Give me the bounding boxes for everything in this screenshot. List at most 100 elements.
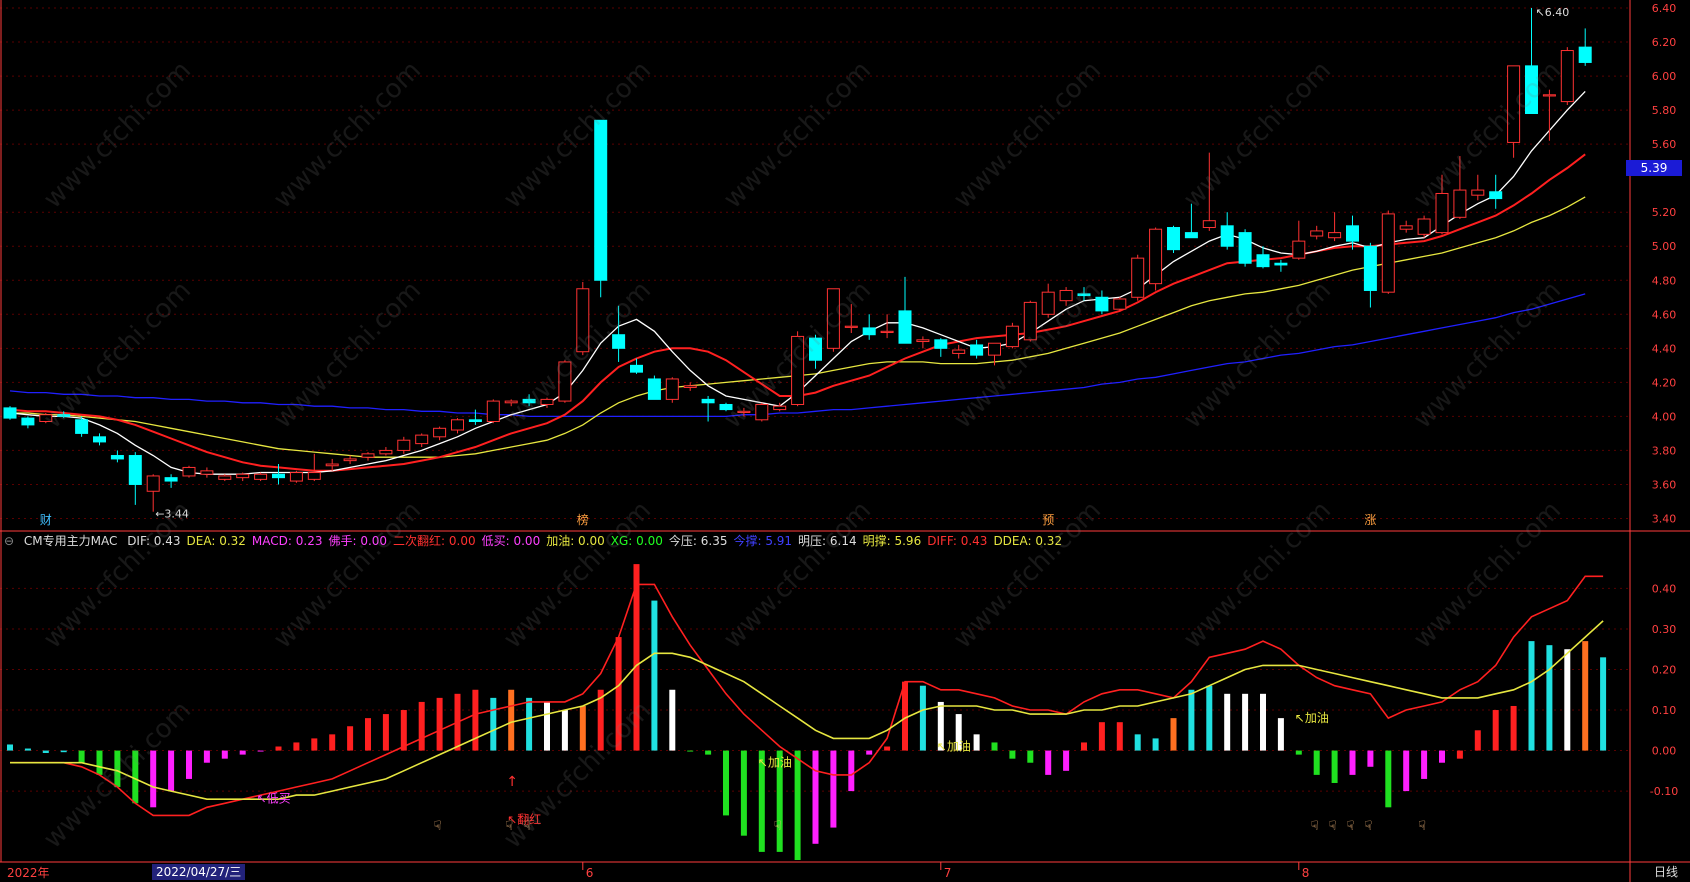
candle [1023, 300, 1037, 342]
macd-bar [1224, 693, 1231, 751]
macd-tick-label: 0.10 [1652, 704, 1677, 717]
candle [128, 452, 142, 505]
candle-body [773, 405, 787, 411]
macd-bar [1474, 730, 1481, 751]
candle-body [1489, 191, 1503, 200]
macd-bar [1367, 750, 1374, 767]
candle [397, 436, 411, 454]
stock-chart[interactable]: 6.40 6.20 6.00 5.80 5.60 5.20 5.00 4.80 4.60 4.40… [0, 0, 1690, 882]
candle [1363, 242, 1377, 308]
candle [486, 399, 500, 424]
candle-body [146, 475, 160, 492]
candle [146, 474, 160, 512]
candle [1167, 225, 1180, 254]
candle-body [397, 439, 411, 451]
candle [1005, 322, 1019, 349]
candle-body [1363, 245, 1377, 291]
indicator-value: 加油: 0.00 [546, 534, 605, 548]
candle-body [737, 410, 751, 413]
candle-body [75, 419, 89, 434]
candle-body [1578, 46, 1592, 63]
price-tick-label: 3.80 [1652, 444, 1677, 457]
candle-body [1453, 189, 1467, 218]
indicator-collapse-icon[interactable]: ⊖ [4, 534, 14, 548]
candle [1453, 156, 1467, 220]
candle [880, 314, 894, 339]
macd-bar [1242, 693, 1249, 751]
candle [1381, 210, 1395, 294]
macd-bar [96, 750, 103, 775]
macd-bar [991, 742, 998, 751]
candle-body [701, 398, 715, 404]
candle-body [1346, 225, 1359, 242]
candle [307, 453, 321, 482]
candle-body [665, 378, 679, 400]
low-price-label: ←3.44 [155, 508, 189, 521]
ma10-line [9, 153, 1586, 472]
candle [1560, 47, 1574, 105]
indicator-value: 明压: 6.14 [798, 534, 857, 548]
price-tick-label: 3.40 [1652, 512, 1677, 525]
macd-bar [329, 734, 336, 751]
price-tick-label: 6.00 [1652, 70, 1677, 83]
candle [504, 399, 518, 407]
macd-bar [561, 710, 568, 751]
macd-bar [1349, 750, 1356, 775]
candle [647, 375, 661, 400]
candle-body [862, 327, 876, 336]
candle [1149, 227, 1163, 291]
macd-bar [7, 744, 13, 751]
high-price-label: ↖6.40 [1536, 6, 1570, 19]
candle-body [970, 344, 984, 356]
macd-bar [400, 710, 407, 751]
candle [612, 305, 626, 362]
macd-bar [275, 746, 282, 751]
macd-bar [24, 748, 31, 751]
buy-hand-icon: ☟ [1311, 819, 1319, 834]
candle-body [576, 288, 590, 353]
up-arrow-icon: ↑ [506, 774, 518, 790]
buy-hand-icon: ☟ [434, 819, 442, 834]
period-selector[interactable]: 日线 [1654, 864, 1678, 880]
indicator-title[interactable]: CM专用主力MAC [24, 534, 117, 548]
candle-body [952, 349, 966, 354]
candle-body [468, 419, 482, 422]
candle [1399, 220, 1413, 233]
price-tick-label: 3.60 [1652, 478, 1677, 491]
macd-bar [1045, 750, 1052, 775]
price-tick-label: 4.80 [1652, 274, 1677, 287]
buy-hand-icon: ☟ [1347, 819, 1355, 834]
event-marker: 财 [40, 513, 52, 527]
candle [343, 455, 357, 465]
macd-bar [669, 689, 676, 751]
candle-body [289, 472, 303, 482]
macd-bar [1170, 718, 1177, 751]
candle-body [1131, 257, 1145, 298]
price-tick-label: 6.40 [1652, 2, 1677, 15]
candle-body [1542, 94, 1556, 97]
candle-body [200, 470, 214, 475]
candle [182, 465, 196, 478]
candle-body [1399, 225, 1413, 230]
macd-bar [114, 750, 121, 788]
current-price-tag: 5.39 [1626, 160, 1682, 176]
candle-body [683, 385, 697, 388]
macd-bar [60, 750, 67, 753]
time-label: 6 [586, 866, 594, 880]
macd-bar [1152, 738, 1159, 751]
candle-body [1560, 50, 1574, 103]
macd-bar [239, 750, 246, 755]
candle [1507, 65, 1521, 158]
candle-body [1507, 65, 1521, 143]
macd-bar [723, 750, 729, 816]
candle [218, 474, 232, 482]
macd-bar [973, 734, 980, 751]
candle-body [898, 310, 912, 344]
candle-body [21, 417, 35, 426]
signal-label: ↖加油 [937, 739, 971, 753]
macd-bar [1188, 689, 1195, 751]
macd-bar [42, 750, 49, 753]
candle-body [1471, 189, 1485, 196]
candle [110, 450, 124, 463]
macd-bar [186, 750, 192, 779]
